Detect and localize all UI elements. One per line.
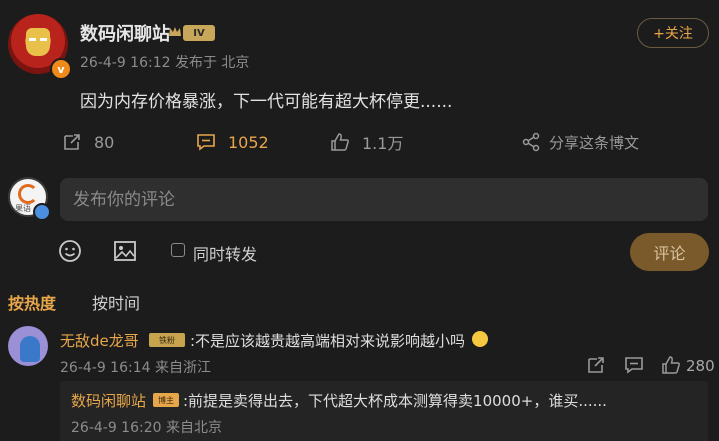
post-text: 因为内存价格暴涨，下一代可能有超大杯停更...... — [80, 92, 453, 112]
author-badge: 博主 — [153, 393, 179, 407]
comment-like-count: 280 — [686, 357, 715, 375]
commenter-name[interactable]: 无敌de龙哥 — [60, 330, 139, 351]
reply-meta: 26-4-9 16:20 来自北京 — [71, 420, 222, 436]
comment-icon — [197, 134, 215, 151]
repost-checkbox[interactable] — [171, 243, 185, 257]
my-verified-badge — [33, 203, 51, 221]
repost-icon — [64, 134, 80, 150]
share-icon — [522, 132, 540, 152]
share-button[interactable]: 分享这条博文 — [521, 130, 639, 154]
author-name[interactable]: 数码闲聊站 — [80, 20, 170, 46]
repost-label: 同时转发 — [193, 245, 258, 264]
comment-like-icon[interactable] — [661, 355, 681, 375]
verified-badge: v — [50, 58, 72, 80]
tab-sort-hot[interactable]: 按热度 — [8, 290, 56, 314]
repost-count: 80 — [94, 132, 115, 152]
comment-count: 1052 — [228, 132, 269, 152]
comment-text: :不是应该越贵越高端相对来说影响越小吗 — [190, 332, 466, 350]
comment-meta: 26-4-9 16:14 来自浙江 — [60, 360, 211, 376]
comment-button[interactable]: 1052 — [196, 130, 269, 154]
commenter-avatar[interactable] — [8, 326, 48, 366]
fan-badge: 铁粉 — [149, 333, 185, 347]
follow-button[interactable]: +关注 — [637, 18, 709, 48]
comment-repost-icon[interactable] — [586, 355, 606, 375]
share-label: 分享这条博文 — [549, 133, 640, 152]
confused-emoji-icon — [472, 331, 488, 347]
like-count: 1.1万 — [362, 134, 404, 153]
like-button[interactable]: 1.1万 — [330, 130, 403, 154]
emoji-icon[interactable] — [57, 238, 83, 264]
level-badge: IV — [183, 25, 215, 41]
image-icon[interactable] — [112, 238, 138, 264]
repost-button[interactable]: 80 — [62, 130, 114, 154]
like-icon — [331, 133, 349, 151]
comment-input[interactable] — [60, 178, 708, 221]
post-meta: 26-4-9 16:12 发布于 北京 — [80, 55, 250, 71]
tab-sort-time[interactable]: 按时间 — [92, 290, 140, 314]
reply-author-name[interactable]: 数码闲聊站 — [71, 390, 146, 411]
reply-text: :前提是卖得出去，下代超大杯成本测算得卖10000+，谁买...... — [183, 392, 607, 410]
crown-icon — [169, 27, 181, 36]
submit-comment-button[interactable]: 评论 — [630, 233, 709, 271]
comment-reply-icon[interactable] — [624, 355, 644, 375]
